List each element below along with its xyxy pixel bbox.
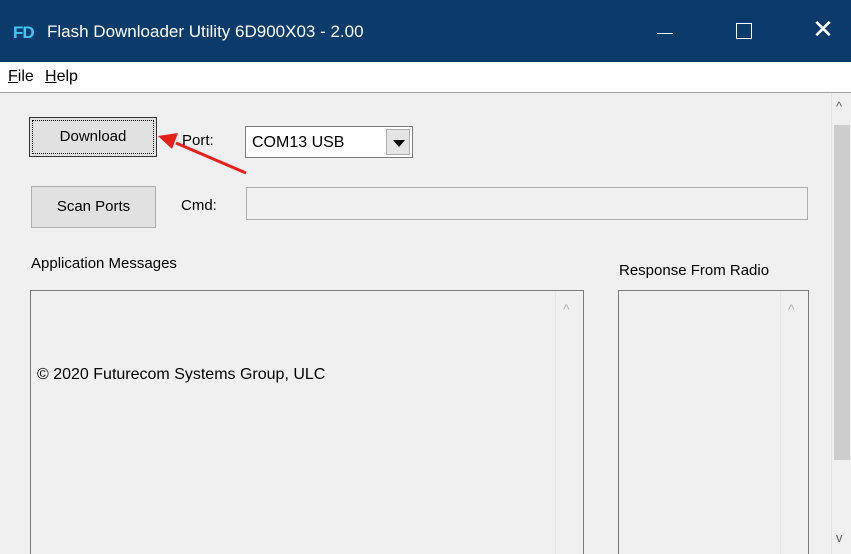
menu-help-accel: H xyxy=(45,68,57,85)
minimize-button[interactable] xyxy=(633,0,697,62)
cmd-input[interactable] xyxy=(246,187,808,220)
app-window: FD Flash Downloader Utility 6D900X03 - 2… xyxy=(0,0,851,554)
port-select[interactable]: COM13 USB xyxy=(245,126,413,158)
download-button[interactable]: Download xyxy=(29,117,157,157)
port-dropdown-button[interactable] xyxy=(386,129,410,155)
response-from-radio-box[interactable]: ^ xyxy=(618,290,809,554)
annotation-arrow-head xyxy=(158,133,178,149)
menu-help[interactable]: Help xyxy=(45,66,78,88)
scroll-up-icon[interactable]: ^ xyxy=(836,99,842,114)
close-button[interactable]: ✕ xyxy=(787,0,851,62)
scroll-up-icon[interactable]: ^ xyxy=(563,301,570,317)
app-icon: FD xyxy=(13,22,37,44)
port-select-value: COM13 USB xyxy=(252,134,345,151)
menu-separator xyxy=(0,92,851,93)
chevron-down-icon xyxy=(393,140,405,147)
maximize-icon xyxy=(736,23,752,39)
response-from-radio-label: Response From Radio xyxy=(619,262,770,279)
copyright-text: © 2020 Futurecom Systems Group, ULC xyxy=(37,366,326,383)
scroll-up-icon[interactable]: ^ xyxy=(788,301,795,317)
application-messages-label: Application Messages xyxy=(31,255,177,272)
window-title: Flash Downloader Utility 6D900X03 - 2.00 xyxy=(47,22,364,41)
port-label: Port: xyxy=(182,132,214,149)
menu-file-rest: ile xyxy=(17,68,34,85)
scan-ports-button[interactable]: Scan Ports xyxy=(31,186,156,228)
scroll-down-icon[interactable]: v xyxy=(836,530,843,545)
menu-file[interactable]: File xyxy=(8,66,34,88)
maximize-button[interactable] xyxy=(710,0,774,62)
window-scrollbar[interactable]: ^ v xyxy=(831,93,851,554)
scrollbar-thumb[interactable] xyxy=(834,125,850,460)
menu-help-rest: elp xyxy=(56,68,78,85)
menu-bar: File Help xyxy=(0,62,851,92)
menu-file-accel: F xyxy=(8,68,18,85)
cmd-label: Cmd: xyxy=(181,197,217,214)
application-messages-box[interactable]: © 2020 Futurecom Systems Group, ULC ^ xyxy=(30,290,584,554)
minimize-icon xyxy=(657,33,673,34)
application-messages-scrollbar[interactable]: ^ xyxy=(555,291,583,554)
title-bar[interactable]: FD Flash Downloader Utility 6D900X03 - 2… xyxy=(0,0,851,62)
close-icon: ✕ xyxy=(812,14,834,44)
response-scrollbar[interactable]: ^ xyxy=(780,291,808,554)
